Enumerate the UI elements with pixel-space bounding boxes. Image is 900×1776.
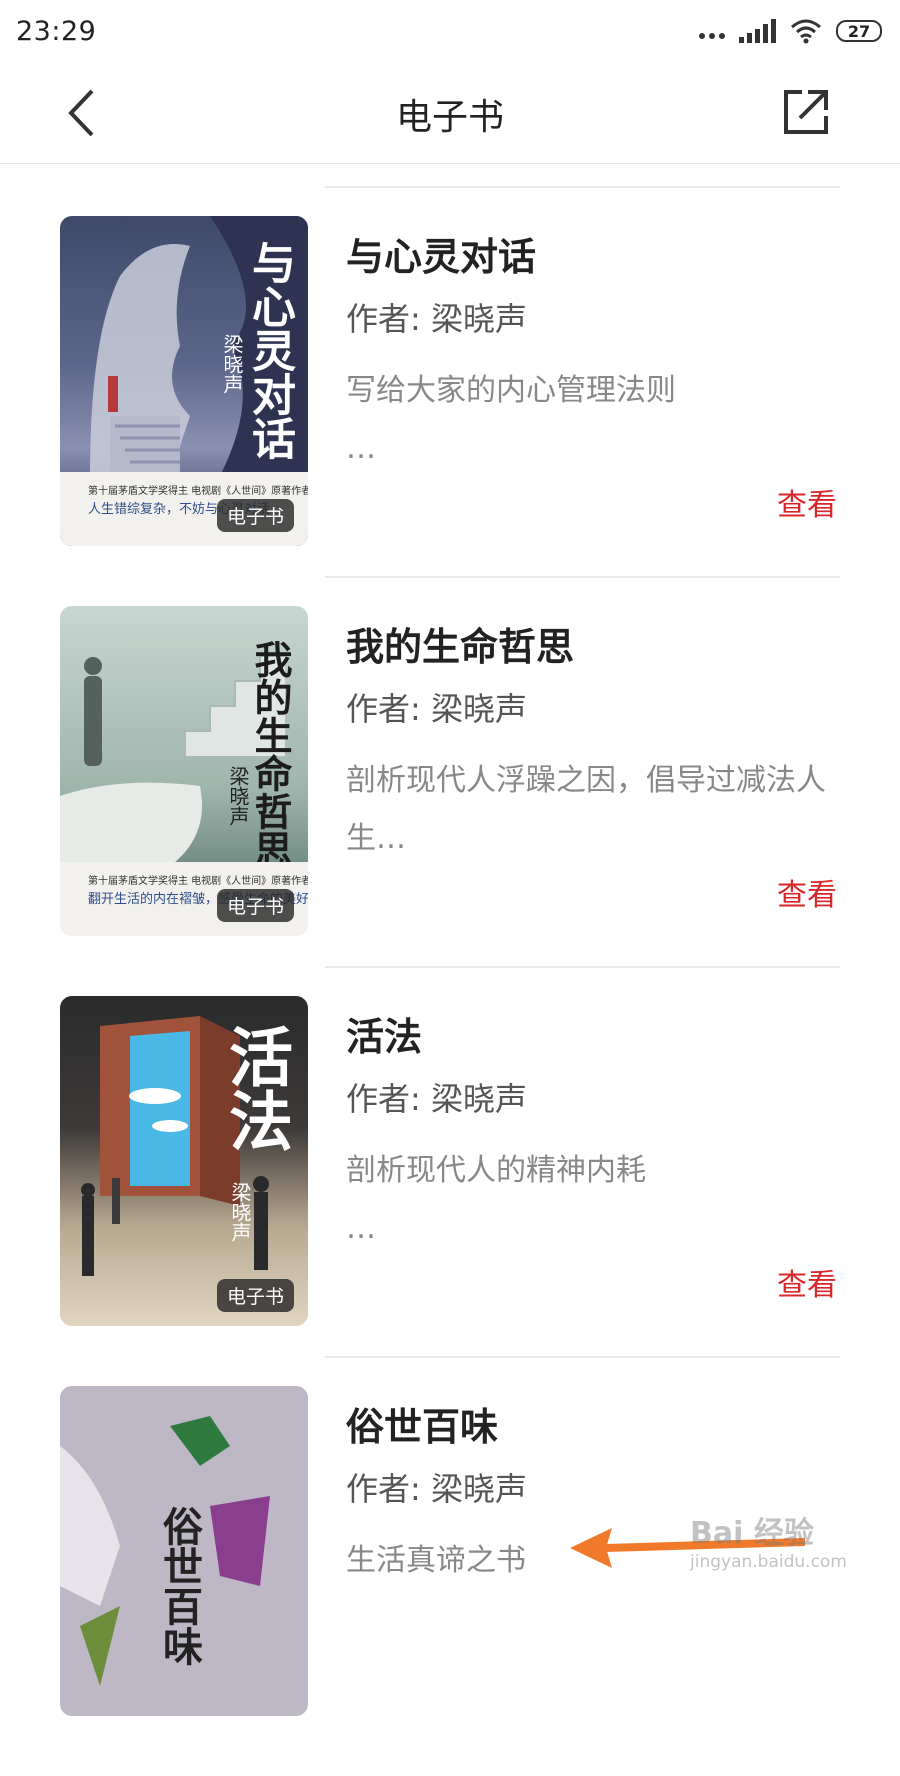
book-title: 活法 [346,1015,423,1059]
book-item[interactable]: 我的生命哲思 梁晓声 第十届茅盾文学奖得主 电视剧《人世间》原著作者 梁晓声 翻… [0,606,900,996]
book-author: 作者: 梁晓声 [346,1080,527,1118]
wifi-icon [791,19,821,44]
view-button[interactable]: 查看 [777,480,837,524]
book-description: 写给大家的内心管理法则 … [346,373,676,466]
cover-title: 我的生命哲思 [248,640,293,868]
book-description: 剖析现代人的精神内耗 … [346,1153,646,1246]
cover-line: 第十届茅盾文学奖得主 电视剧《人世间》原著作者 梁晓声 [88,486,308,497]
view-button[interactable]: 查看 [777,870,837,914]
book-cover[interactable]: 俗世百味 [60,1386,308,1716]
divider [325,186,840,188]
cover-title: 活法 [218,1024,293,1152]
signal-icon [739,19,776,43]
status-time: 23:29 [16,15,97,47]
book-title: 我的生命哲思 [346,625,575,669]
divider [325,1356,840,1358]
book-author: 作者: 梁晓声 [346,1470,527,1508]
watermark: Bai 经验 [690,1516,814,1551]
book-title: 与心灵对话 [346,235,537,279]
ebook-badge: 电子书 [216,1279,294,1312]
status-icons: 27 [699,18,882,44]
more-dots-icon [699,23,725,39]
divider [325,966,840,968]
book-description: 剖析现代人浮躁之因，倡导过减法人生… [346,763,826,856]
page-title: 电子书 [395,97,504,138]
view-button[interactable]: 查看 [777,1260,837,1304]
ebook-badge: 电子书 [216,499,294,532]
cover-author: 梁晓声 [220,334,244,394]
book-title: 俗世百味 [346,1405,499,1449]
book-cover[interactable]: 与心灵对话 梁晓声 第十届茅盾文学奖得主 电视剧《人世间》原著作者 梁晓声 人生… [60,216,308,546]
divider [325,576,840,578]
book-item[interactable]: 活法 梁晓声 电子书 活法 作者: 梁晓声 剖析现代人的精神内耗 … 查看 [0,996,900,1386]
cover-line: 第十届茅盾文学奖得主 电视剧《人世间》原著作者 梁晓声 [88,876,308,887]
watermark-url: jingyan.baidu.com [690,1552,847,1572]
cover-author: 梁晓声 [226,766,250,826]
cover-author: 梁晓声 [228,1182,252,1242]
share-icon [784,90,828,134]
cover-title: 俗世百味 [156,1506,203,1666]
ebook-badge: 电子书 [216,889,294,922]
book-item[interactable]: 俗世百味 俗世百味 作者: 梁晓声 生活真谛之书 [0,1386,900,1776]
nav-bar: 电子书 [0,62,900,164]
status-bar: 23:29 27 [0,0,900,62]
cover-title: 与心灵对话 [244,240,295,460]
book-author: 作者: 梁晓声 [346,690,527,728]
book-item[interactable]: 与心灵对话 梁晓声 第十届茅盾文学奖得主 电视剧《人世间》原著作者 梁晓声 人生… [0,216,900,606]
book-author: 作者: 梁晓声 [346,300,527,338]
battery-icon: 27 [836,20,882,42]
book-cover[interactable]: 我的生命哲思 梁晓声 第十届茅盾文学奖得主 电视剧《人世间》原著作者 梁晓声 翻… [60,606,308,936]
book-cover[interactable]: 活法 梁晓声 电子书 [60,996,308,1326]
share-button[interactable] [778,84,834,140]
